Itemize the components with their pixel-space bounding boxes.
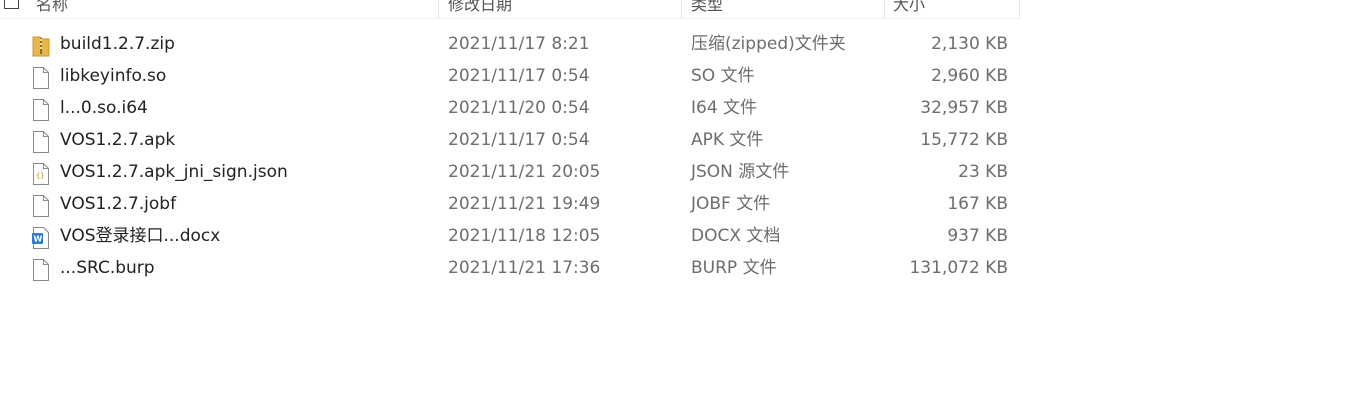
file-row[interactable]: {} VOS1.2.7.apk_jni_sign.json 2021/11/21 2… [0, 156, 1020, 188]
file-row[interactable]: W VOS登录接口...docx 2021/11/18 12:05 DOCX 文档 93… [0, 220, 1020, 252]
file-type: JSON 源文件 [691, 162, 790, 182]
file-size: 131,072 KB [909, 258, 1008, 278]
file-name[interactable]: VOS1.2.7.jobf [60, 188, 176, 220]
file-name[interactable]: ...SRC.burp [60, 252, 155, 284]
file-name[interactable]: VOS1.2.7.apk [60, 124, 175, 156]
file-modified-date: 2021/11/17 0:54 [448, 130, 590, 150]
file-size: 2,960 KB [931, 66, 1008, 86]
file-icon [32, 67, 50, 89]
file-name[interactable]: VOS登录接口...docx [60, 220, 220, 252]
file-modified-date: 2021/11/20 0:54 [448, 98, 590, 118]
column-header-bar: 名称 修改日期 类型 大小 [0, 0, 1020, 19]
zip-folder-icon [32, 35, 50, 57]
file-icon [32, 195, 50, 217]
column-divider[interactable] [884, 0, 885, 18]
file-row[interactable]: VOS1.2.7.apk 2021/11/17 0:54 APK 文件 15,772 … [0, 124, 1020, 156]
file-name[interactable]: libkeyinfo.so [60, 60, 166, 92]
file-type: 压缩(zipped)文件夹 [691, 34, 846, 54]
column-header-type[interactable]: 类型 [691, 0, 881, 18]
file-name[interactable]: l...0.so.i64 [60, 92, 148, 124]
file-type: SO 文件 [691, 66, 755, 86]
file-icon [32, 99, 50, 121]
file-size: 167 KB [947, 194, 1008, 214]
file-icon [32, 131, 50, 153]
file-size: 32,957 KB [920, 98, 1008, 118]
column-divider[interactable] [681, 0, 682, 18]
json-file-icon: {} [32, 163, 50, 185]
file-row[interactable]: ...SRC.burp 2021/11/21 17:36 BURP 文件 131,07… [0, 252, 1020, 284]
file-size: 937 KB [947, 226, 1008, 246]
column-divider[interactable] [438, 0, 439, 18]
column-header-date[interactable]: 修改日期 [448, 0, 678, 18]
file-modified-date: 2021/11/18 12:05 [448, 226, 601, 246]
file-type: DOCX 文档 [691, 226, 781, 246]
file-row[interactable]: l...0.so.i64 2021/11/20 0:54 I64 文件 32,957 … [0, 92, 1020, 124]
svg-text:W: W [34, 235, 43, 244]
file-icon [32, 259, 50, 281]
svg-text:{}: {} [36, 172, 44, 180]
word-doc-icon: W [32, 227, 50, 249]
file-row[interactable]: build1.2.7.zip 2021/11/17 8:21 压缩(zipped)文… [0, 28, 1020, 60]
file-name[interactable]: VOS1.2.7.apk_jni_sign.json [60, 156, 288, 188]
file-row[interactable]: VOS1.2.7.jobf 2021/11/21 19:49 JOBF 文件 167 … [0, 188, 1020, 220]
column-header-name[interactable]: 名称 [36, 0, 436, 18]
file-modified-date: 2021/11/21 17:36 [448, 258, 601, 278]
file-type: I64 文件 [691, 98, 758, 118]
file-size: 23 KB [958, 162, 1008, 182]
file-modified-date: 2021/11/21 19:49 [448, 194, 601, 214]
column-divider[interactable] [1019, 0, 1020, 18]
file-size: 2,130 KB [931, 34, 1008, 54]
select-all-checkbox[interactable] [4, 0, 19, 9]
file-type: BURP 文件 [691, 258, 777, 278]
file-row[interactable]: libkeyinfo.so 2021/11/17 0:54 SO 文件 2,960 K… [0, 60, 1020, 92]
file-type: APK 文件 [691, 130, 764, 150]
file-modified-date: 2021/11/17 0:54 [448, 66, 590, 86]
file-size: 15,772 KB [920, 130, 1008, 150]
file-name[interactable]: build1.2.7.zip [60, 28, 175, 60]
file-modified-date: 2021/11/21 20:05 [448, 162, 601, 182]
file-modified-date: 2021/11/17 8:21 [448, 34, 590, 54]
file-type: JOBF 文件 [691, 194, 771, 214]
column-header-size[interactable]: 大小 [893, 0, 1013, 18]
